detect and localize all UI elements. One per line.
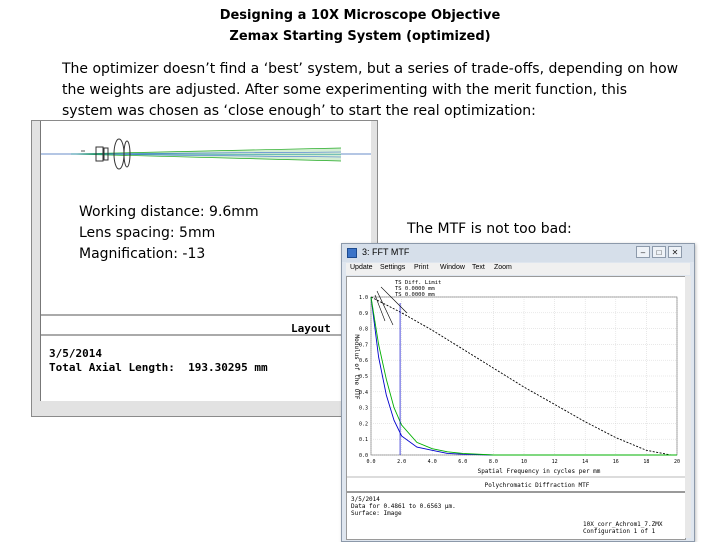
y-tick-label: 0.8 — [359, 327, 368, 333]
maximize-button[interactable]: □ — [652, 246, 666, 258]
y-axis-label: Modulus of the OTF — [353, 334, 360, 399]
y-tick-label: 0.1 — [359, 437, 368, 443]
mtf-chart: 0.0 2.0 4.0 6.0 8.0 10 12 14 16 18 20 0.0 0.1 0.2 0.3 0… — [347, 280, 685, 489]
info-config: Configuration 1 of 1 — [583, 528, 656, 535]
y-tick-label: 0.9 — [359, 311, 368, 317]
y-tick-label: 0.0 — [359, 453, 368, 459]
mtf-titlebar[interactable]: 3: FFT MTF – □ ✕ — [342, 244, 694, 262]
slide-paragraph: The optimizer doesn’t find a ‘best’ syst… — [62, 61, 679, 119]
x-axis-label: Spatial Frequency in cycles per mm — [478, 468, 601, 475]
info-file: 10X_corr_Achrom1_7.ZMX — [583, 521, 663, 528]
y-tick-label: 1.0 — [359, 295, 368, 301]
layout-label: Layout — [291, 322, 331, 335]
x-tick-label: 4.0 — [428, 459, 437, 465]
slide-title-line2: Zemax Starting System (optimized) — [229, 29, 491, 44]
minimize-button[interactable]: – — [636, 246, 650, 258]
length-label: Total Axial Length: — [49, 361, 175, 374]
x-tick-label: 0.0 — [366, 459, 375, 465]
menu-update[interactable]: Update — [350, 264, 373, 271]
legend: TS Diff. Limit TS 0.0000 mm TS 0.0000 mm — [374, 280, 441, 326]
x-tick-label: 18 — [643, 459, 649, 465]
menu-settings[interactable]: Settings — [380, 264, 405, 271]
menu-text[interactable]: Text — [472, 264, 485, 271]
close-button[interactable]: ✕ — [668, 246, 682, 258]
layout-date: 3/5/2014 — [49, 347, 102, 360]
spec-working-distance: Working distance: 9.6mm — [79, 204, 259, 220]
x-tick-label: 10 — [521, 459, 527, 465]
legend-entry-ts-2: TS 0.0000 mm — [395, 292, 435, 298]
mtf-caption: The MTF is not too bad: — [407, 221, 572, 237]
y-tick-label: 0.2 — [359, 421, 368, 427]
info-surface: Surface: Image — [351, 510, 402, 517]
x-tick-label: 16 — [613, 459, 619, 465]
mtf-window-title: 3: FFT MTF — [362, 247, 410, 257]
x-tick-label: 8.0 — [489, 459, 498, 465]
mtf-menubar: Update Settings Print Window Text Zoom — [346, 263, 690, 275]
spec-lens-spacing: Lens spacing: 5mm — [79, 225, 216, 241]
menu-zoom[interactable]: Zoom — [494, 264, 512, 271]
layout-window[interactable]: Layout 3/5/2014 Total Axial Length: 193.… — [31, 120, 378, 417]
app-icon — [347, 248, 357, 258]
x-tick-label: 20 — [674, 459, 680, 465]
slide-title-line1: Designing a 10X Microscope Objective — [219, 8, 501, 23]
mtf-window[interactable]: 3: FFT MTF – □ ✕ Update Settings Print W… — [341, 243, 695, 542]
menu-print[interactable]: Print — [414, 264, 428, 271]
y-tick-label: 0.3 — [359, 406, 368, 412]
vertical-scrollbar[interactable] — [685, 276, 691, 538]
info-data-range: Data for 0.4861 to 0.6563 µm. — [351, 503, 456, 510]
x-tick-label: 12 — [552, 459, 558, 465]
mtf-info-panel: 3/5/2014 Data for 0.4861 to 0.6563 µm. S… — [346, 492, 686, 540]
plot-title: Polychromatic Diffraction MTF — [485, 482, 590, 489]
total-axial-length: Total Axial Length: 193.30295 mm — [49, 361, 268, 374]
x-tick-label: 14 — [582, 459, 588, 465]
menu-window[interactable]: Window — [440, 264, 465, 271]
spec-magnification: Magnification: -13 — [79, 246, 206, 262]
mtf-plot: 0.0 2.0 4.0 6.0 8.0 10 12 14 16 18 20 0.0 0.1 0.2 0.3 0… — [346, 276, 686, 492]
x-tick-label: 6.0 — [458, 459, 467, 465]
x-tick-label: 2.0 — [397, 459, 406, 465]
info-date: 3/5/2014 — [351, 496, 380, 503]
spec-list: Working distance: 9.6mm Lens spacing: 5m… — [79, 202, 259, 265]
length-value: 193.30295 mm — [188, 361, 268, 374]
